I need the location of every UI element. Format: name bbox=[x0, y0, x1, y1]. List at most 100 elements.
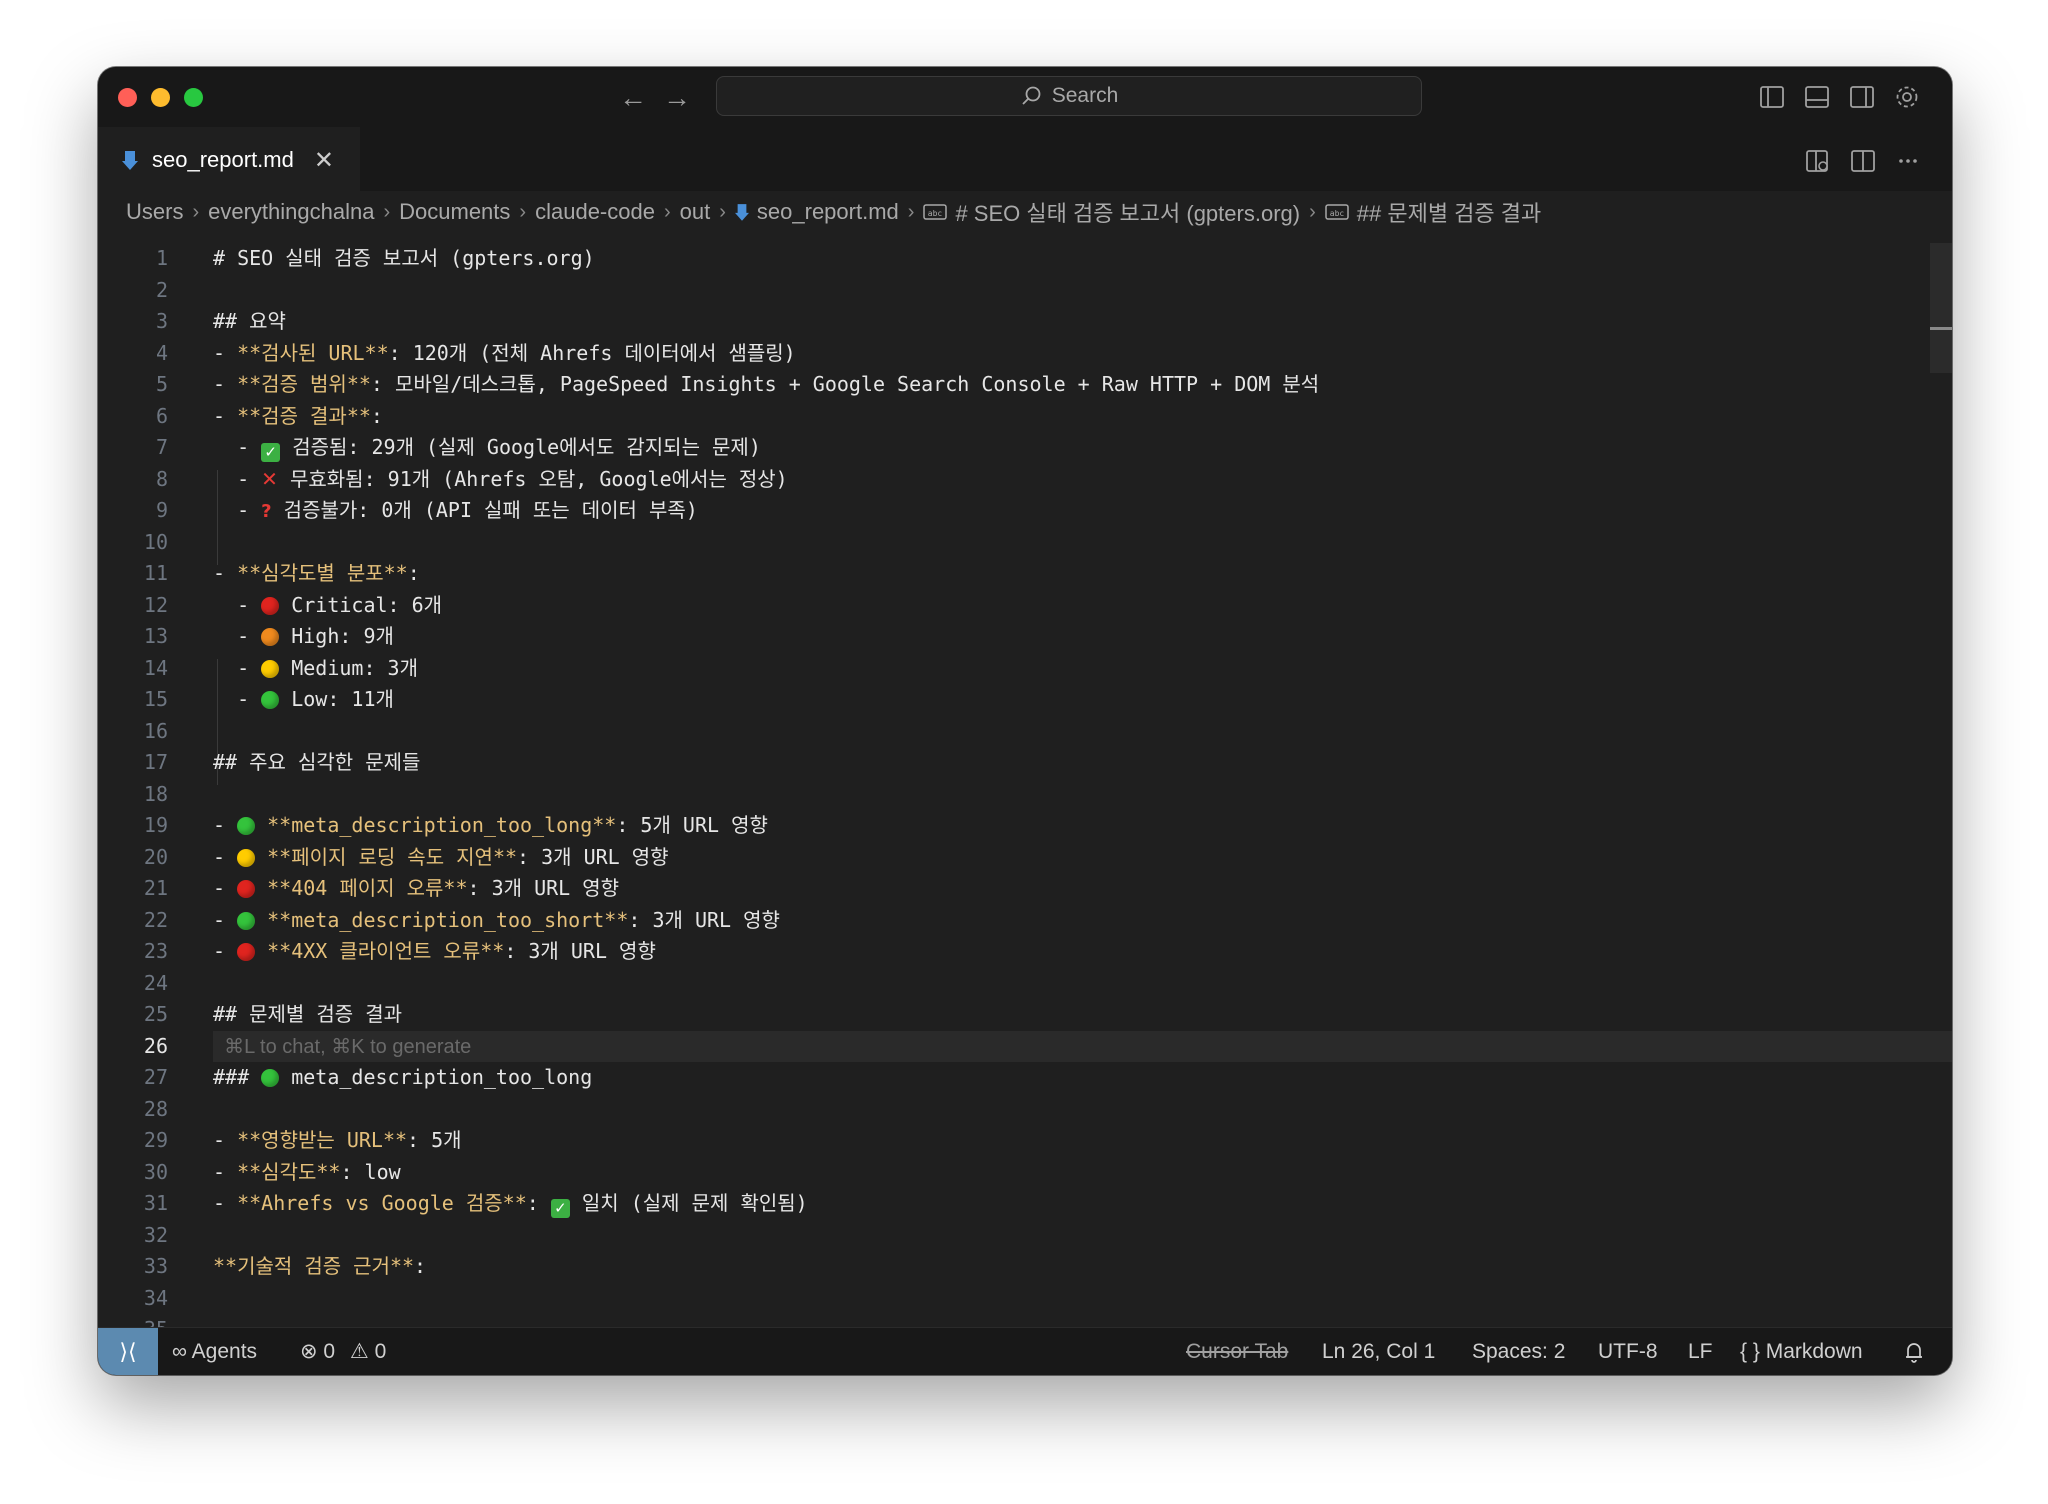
editor-line[interactable]: 25 ## 문제별 검증 결과 bbox=[98, 999, 1952, 1031]
editor-line[interactable]: 13 - High: 9개 bbox=[98, 621, 1952, 653]
editor-line[interactable]: 11 - **심각도별 분포**: bbox=[98, 558, 1952, 590]
agents-button[interactable]: ∞ Agents bbox=[172, 1328, 257, 1375]
line-content: - **meta_description_too_short**: 3개 URL… bbox=[213, 905, 780, 937]
svg-text:abc: abc bbox=[1330, 209, 1345, 218]
breadcrumb-documents[interactable]: Documents bbox=[399, 199, 510, 225]
indentation-setting[interactable]: Spaces: 2 bbox=[1472, 1328, 1565, 1375]
line-content: - Low: 11개 bbox=[213, 684, 394, 716]
editor-line[interactable]: 29 - **영향받는 URL**: 5개 bbox=[98, 1125, 1952, 1157]
cursor-tab-status[interactable]: Cursor Tab bbox=[1186, 1328, 1288, 1375]
line-number: 6 bbox=[155, 403, 168, 428]
editor-line[interactable]: 20 - **페이지 로딩 속도 지연**: 3개 URL 영향 bbox=[98, 842, 1952, 874]
more-actions-icon[interactable] bbox=[1894, 147, 1922, 175]
settings-gear-icon[interactable] bbox=[1893, 83, 1921, 111]
bold-markdown-text: **심각도** bbox=[237, 1159, 341, 1184]
editor-line[interactable]: 17 ## 주요 심각한 문제들 bbox=[98, 747, 1952, 779]
line-number: 33 bbox=[143, 1254, 168, 1278]
notifications-bell-icon[interactable] bbox=[1902, 1340, 1926, 1364]
end-of-line-setting[interactable]: LF bbox=[1688, 1328, 1713, 1375]
editor-line[interactable]: 9 - ? 검증불가: 0개 (API 실패 또는 데이터 부족) bbox=[98, 495, 1952, 527]
editor-line[interactable]: 2 bbox=[98, 275, 1952, 307]
breadcrumb-users[interactable]: Users bbox=[126, 199, 183, 225]
editor-line[interactable]: 15 - Low: 11개 bbox=[98, 684, 1952, 716]
breadcrumb-heading-2[interactable]: ## 문제별 검증 결과 bbox=[1357, 196, 1542, 228]
status-bar: ⟩⟨ ∞ Agents ⊗ 0 ⚠ 0 Cursor Tab Ln 26, Co… bbox=[98, 1327, 1952, 1375]
editor-line[interactable]: 7 - ✓ 검증됨: 29개 (실제 Google에서도 감지되는 문제) bbox=[98, 432, 1952, 464]
line-content: - **4XX 클라이언트 오류**: 3개 URL 영향 bbox=[213, 936, 656, 968]
symbol-string-icon: abc bbox=[923, 204, 948, 220]
editor-line[interactable]: 5 - **검증 범위**: 모바일/데스크톱, PageSpeed Insigh… bbox=[98, 369, 1952, 401]
maximize-window-button[interactable] bbox=[184, 88, 203, 107]
line-number: 29 bbox=[143, 1128, 168, 1152]
code-editor[interactable]: 1 # SEO 실태 검증 보고서 (gpters.org) 2 3 ## 요약 4- *… bbox=[98, 233, 1952, 1341]
editor-line[interactable]: 10 bbox=[98, 527, 1952, 559]
encoding-setting[interactable]: UTF-8 bbox=[1598, 1328, 1658, 1375]
code-text: - bbox=[213, 435, 262, 459]
line-content: - **404 페이지 오류**: 3개 URL 영향 bbox=[213, 873, 619, 905]
editor-line[interactable]: 12 - Critical: 6개 bbox=[98, 590, 1952, 622]
open-preview-icon[interactable] bbox=[1804, 147, 1832, 175]
command-search-input[interactable]: Search bbox=[716, 76, 1422, 116]
back-arrow-icon[interactable]: ← bbox=[616, 81, 650, 115]
line-number: 18 bbox=[143, 781, 168, 806]
forward-arrow-icon[interactable]: → bbox=[660, 81, 694, 115]
editor-line[interactable]: 18 bbox=[98, 779, 1952, 811]
editor-line[interactable]: 27 ### meta_description_too_long bbox=[98, 1062, 1952, 1094]
line-number: 17 bbox=[143, 750, 168, 774]
markdown-file-icon bbox=[734, 204, 749, 221]
breadcrumb-everythingchalna[interactable]: everythingchalna bbox=[208, 199, 374, 225]
code-text: - bbox=[213, 813, 238, 837]
editor-line[interactable]: 28 bbox=[98, 1094, 1952, 1126]
editor-line[interactable]: 14 - Medium: 3개 bbox=[98, 653, 1952, 685]
toggle-primary-sidebar-icon[interactable] bbox=[1758, 83, 1786, 111]
editor-line[interactable]: 34 bbox=[98, 1283, 1952, 1315]
editor-line[interactable]: 33 **기술적 검증 근거**: bbox=[98, 1251, 1952, 1283]
toggle-secondary-sidebar-icon[interactable] bbox=[1848, 83, 1876, 111]
chevron-right-icon: › bbox=[383, 200, 391, 223]
language-mode[interactable]: { } Markdown bbox=[1740, 1328, 1863, 1375]
line-number: 12 bbox=[143, 592, 168, 617]
editor-line[interactable]: 8 - ✕ 무효화됨: 91개 (Ahrefs 오탐, Google에서는 정상… bbox=[98, 464, 1952, 496]
line-number: 3 bbox=[155, 309, 168, 333]
line-number: 14 bbox=[143, 655, 168, 680]
warnings-count[interactable]: ⚠ 0 bbox=[350, 1328, 386, 1375]
tab-seo-report[interactable]: seo_report.md ✕ bbox=[98, 127, 360, 191]
orange-circle-icon bbox=[261, 628, 280, 646]
remote-indicator-icon[interactable]: ⟩⟨ bbox=[98, 1328, 158, 1375]
chevron-right-icon: › bbox=[192, 200, 200, 223]
line-content: - **영향받는 URL**: 5개 bbox=[213, 1125, 462, 1157]
line-number: 25 bbox=[143, 1002, 168, 1026]
breadcrumb-file[interactable]: seo_report.md bbox=[757, 199, 899, 225]
editor-line[interactable]: 23 - **4XX 클라이언트 오류**: 3개 URL 영향 bbox=[98, 936, 1952, 968]
editor-line[interactable]: 30 - **심각도**: low bbox=[98, 1157, 1952, 1189]
errors-count[interactable]: ⊗ 0 bbox=[300, 1328, 335, 1375]
markdown-file-icon bbox=[122, 151, 138, 170]
editor-line[interactable]: 1 # SEO 실태 검증 보고서 (gpters.org) bbox=[98, 243, 1952, 275]
line-content: - **페이지 로딩 속도 지연**: 3개 URL 영향 bbox=[213, 842, 669, 874]
breadcrumb-claude-code[interactable]: claude-code bbox=[535, 199, 655, 225]
split-editor-icon[interactable] bbox=[1849, 147, 1877, 175]
editor-line[interactable]: 26 ⌘L to chat, ⌘K to generate bbox=[98, 1030, 1952, 1062]
toggle-panel-icon[interactable] bbox=[1803, 83, 1831, 111]
editor-line[interactable]: 24 bbox=[98, 968, 1952, 1000]
breadcrumb-out[interactable]: out bbox=[680, 199, 711, 225]
cursor-position[interactable]: Ln 26, Col 1 bbox=[1322, 1328, 1435, 1375]
editor-line[interactable]: 22 - **meta_description_too_short**: 3개 U… bbox=[98, 905, 1952, 937]
svg-text:abc: abc bbox=[928, 209, 943, 218]
bold-markdown-text: **기술적 검증 근거** bbox=[213, 1254, 415, 1278]
editor-line[interactable]: 32 bbox=[98, 1220, 1952, 1252]
close-window-button[interactable] bbox=[118, 88, 137, 107]
editor-line[interactable]: 6 - **검증 결과**: bbox=[98, 401, 1952, 433]
minimize-window-button[interactable] bbox=[151, 88, 170, 107]
editor-line[interactable]: 3 ## 요약 bbox=[98, 306, 1952, 338]
editor-line[interactable]: 16 bbox=[98, 716, 1952, 748]
editor-line[interactable]: 4 - **검사된 URL**: 120개 (전체 Ahrefs 데이터에서 샘플… bbox=[98, 338, 1952, 370]
breadcrumb-heading-1[interactable]: # SEO 실태 검증 보고서 (gpters.org) bbox=[955, 196, 1300, 228]
line-number: 15 bbox=[143, 687, 168, 711]
editor-line[interactable]: 19 - **meta_description_too_long**: 5개 UR… bbox=[98, 810, 1952, 842]
code-text: - bbox=[213, 655, 262, 680]
editor-line[interactable]: 31 - **Ahrefs vs Google 검증**: ✓ 일치 (실제 문제… bbox=[98, 1188, 1952, 1220]
close-tab-icon[interactable]: ✕ bbox=[314, 146, 334, 175]
editor-line[interactable]: 21 - **404 페이지 오류**: 3개 URL 영향 bbox=[98, 873, 1952, 905]
code-text: : 3개 URL 영향 bbox=[628, 907, 780, 932]
